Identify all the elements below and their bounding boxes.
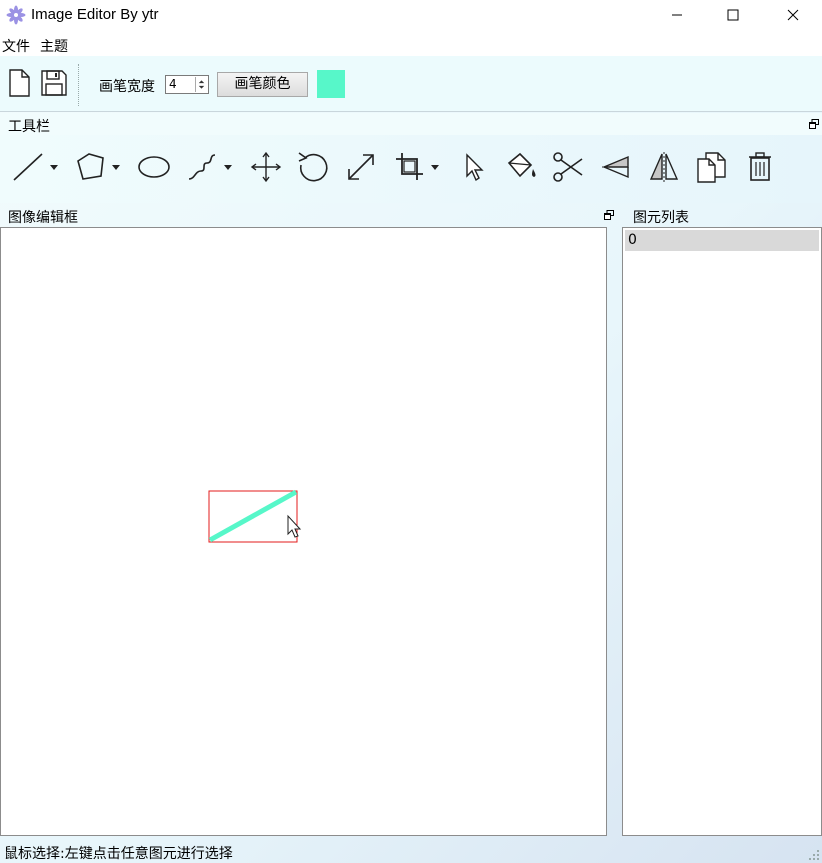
canvas-dock-header: 图像编辑框 bbox=[0, 204, 617, 226]
image-canvas[interactable] bbox=[0, 227, 607, 836]
pen-width-spinbox[interactable]: 4 bbox=[165, 75, 209, 94]
menu-file[interactable]: 文件 bbox=[2, 36, 30, 56]
rotate-icon bbox=[298, 152, 328, 182]
list-item[interactable]: 0 bbox=[625, 230, 819, 251]
close-icon bbox=[787, 9, 799, 21]
status-text: 鼠标选择:左键点击任意图元进行选择 bbox=[4, 846, 233, 862]
line-shape[interactable] bbox=[208, 489, 298, 543]
maximize-icon bbox=[727, 9, 739, 21]
pen-color-swatch[interactable] bbox=[317, 70, 345, 98]
cursor-icon bbox=[287, 514, 302, 538]
pen-toolbar: 画笔宽度 4 画笔颜色 bbox=[0, 56, 822, 112]
canvas-dock-title: 图像编辑框 bbox=[8, 210, 78, 226]
maximize-button[interactable] bbox=[710, 0, 756, 30]
menu-theme[interactable]: 主题 bbox=[40, 36, 68, 56]
window-title: Image Editor By ytr bbox=[31, 6, 159, 23]
flip-horizontal-icon bbox=[602, 155, 630, 179]
curve-icon bbox=[188, 154, 232, 180]
pen-width-label: 画笔宽度 bbox=[99, 79, 155, 95]
spin-arrows-icon[interactable] bbox=[195, 77, 207, 92]
move-icon bbox=[250, 151, 282, 183]
rotate-tool-button[interactable] bbox=[295, 149, 331, 185]
element-list-title: 图元列表 bbox=[633, 210, 689, 226]
polygon-icon bbox=[77, 153, 120, 180]
flip-vertical-tool-button[interactable] bbox=[646, 149, 682, 185]
crop-tool-button[interactable] bbox=[392, 149, 444, 185]
line-icon bbox=[13, 153, 58, 181]
minimize-icon bbox=[672, 14, 682, 16]
close-button[interactable] bbox=[770, 0, 816, 30]
tools-dock-title: 工具栏 bbox=[8, 119, 50, 135]
element-list[interactable]: 0 bbox=[622, 227, 822, 836]
minimize-button[interactable] bbox=[654, 0, 700, 30]
delete-icon bbox=[749, 152, 771, 181]
flip-vertical-icon bbox=[649, 152, 679, 182]
copy-icon bbox=[697, 152, 726, 183]
scale-icon bbox=[348, 154, 374, 180]
element-list-header: 图元列表 bbox=[622, 204, 822, 226]
move-tool-button[interactable] bbox=[248, 149, 284, 185]
status-bar: 鼠标选择:左键点击任意图元进行选择 bbox=[0, 840, 822, 863]
canvas-drawing[interactable] bbox=[1, 228, 606, 835]
select-tool-button[interactable] bbox=[456, 149, 492, 185]
tools-dock-header: 工具栏 bbox=[0, 113, 822, 135]
fill-tool-button[interactable] bbox=[503, 149, 539, 185]
tools-row bbox=[0, 135, 822, 203]
flower-icon bbox=[6, 5, 26, 25]
float-icon[interactable] bbox=[809, 119, 819, 129]
menu-bar: 文件 主题 bbox=[0, 32, 822, 56]
pen-width-value[interactable]: 4 bbox=[169, 77, 177, 91]
copy-tool-button[interactable] bbox=[694, 149, 730, 185]
new-file-icon[interactable] bbox=[4, 68, 34, 98]
save-icon[interactable] bbox=[39, 68, 69, 98]
title-bar: Image Editor By ytr bbox=[0, 0, 822, 32]
crop-icon bbox=[396, 153, 439, 180]
resize-grip-icon[interactable] bbox=[808, 849, 820, 861]
select-icon bbox=[466, 153, 484, 182]
line-tool-button[interactable] bbox=[10, 149, 62, 185]
ellipse-tool-button[interactable] bbox=[136, 149, 172, 185]
cut-tool-button[interactable] bbox=[550, 149, 586, 185]
scale-tool-button[interactable] bbox=[343, 149, 379, 185]
polygon-tool-button[interactable] bbox=[73, 149, 125, 185]
flip-horizontal-tool-button[interactable] bbox=[598, 149, 634, 185]
float-icon[interactable] bbox=[604, 210, 614, 220]
fill-icon bbox=[507, 152, 536, 178]
pen-color-button[interactable]: 画笔颜色 bbox=[217, 72, 308, 97]
delete-tool-button[interactable] bbox=[742, 149, 778, 185]
curve-tool-button[interactable] bbox=[185, 149, 237, 185]
ellipse-icon bbox=[138, 156, 170, 178]
cut-icon bbox=[553, 152, 583, 182]
toolbar-separator bbox=[78, 64, 79, 106]
